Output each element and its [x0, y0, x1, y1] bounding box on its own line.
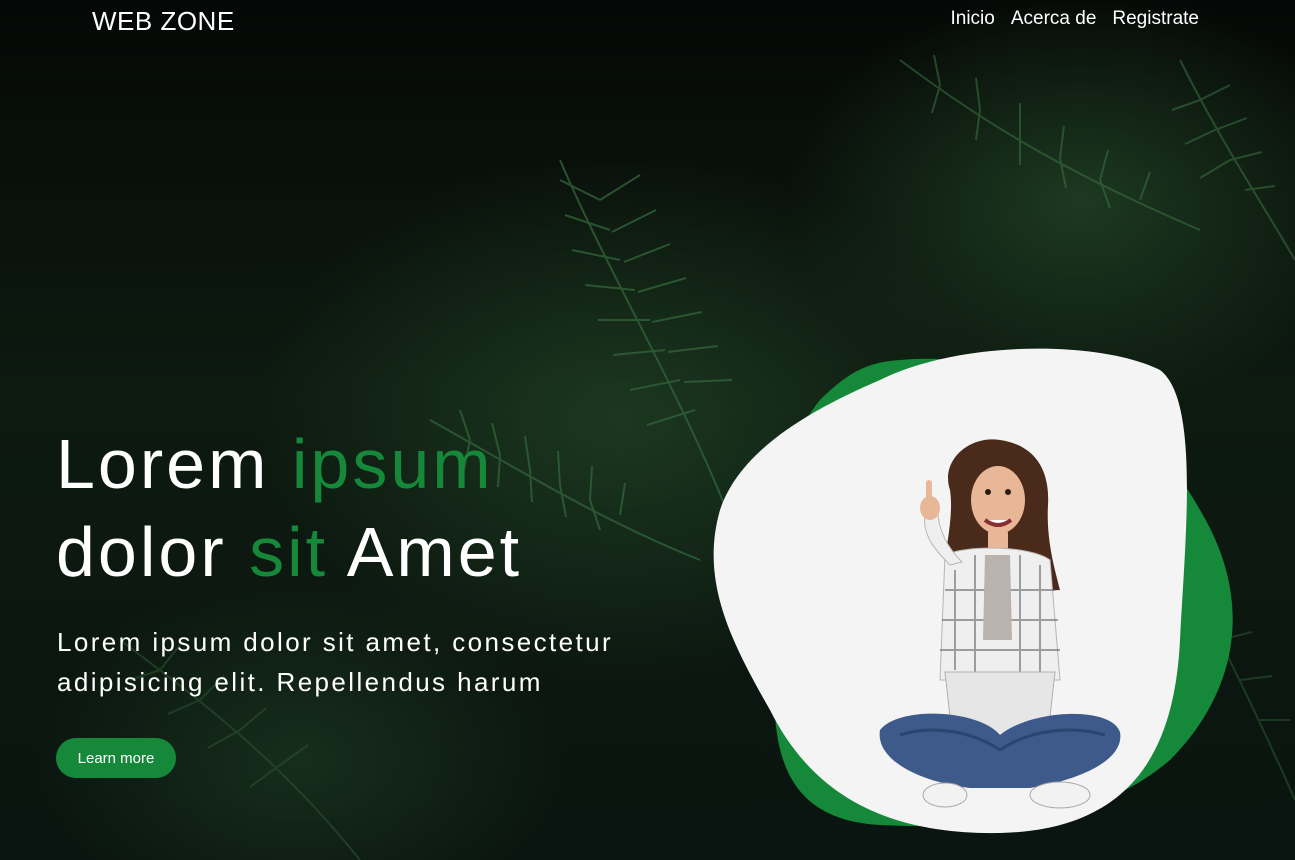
- headline-word: Amet: [328, 513, 523, 591]
- headline-word: dolor: [56, 513, 250, 591]
- hero-subtitle: Lorem ipsum dolor sit amet, consectetur a…: [57, 622, 657, 702]
- headline-accent-word: ipsum: [291, 425, 494, 503]
- nav-link-registrate[interactable]: Registrate: [1112, 8, 1199, 30]
- headline-accent-word: sit: [249, 513, 329, 591]
- learn-more-button[interactable]: Learn more: [56, 738, 176, 778]
- headline-word: Lorem: [56, 425, 292, 503]
- hero-section: WEB ZONE Inicio Acerca de Registrate Lor…: [0, 0, 1295, 860]
- subtitle-line: adipisicing elit. Repellendus harum: [57, 667, 543, 697]
- top-navbar: WEB ZONE Inicio Acerca de Registrate: [0, 0, 1295, 42]
- hero-headline: Lorem ipsum dolor sit Amet: [56, 420, 522, 596]
- subtitle-line: Lorem ipsum dolor sit amet, consectetur: [57, 627, 614, 657]
- nav-link-acerca-de[interactable]: Acerca de: [1011, 8, 1097, 30]
- hero-image: [713, 348, 1233, 834]
- main-nav: Inicio Acerca de Registrate: [950, 8, 1199, 30]
- nav-link-inicio[interactable]: Inicio: [950, 8, 994, 30]
- site-logo[interactable]: WEB ZONE: [92, 6, 235, 37]
